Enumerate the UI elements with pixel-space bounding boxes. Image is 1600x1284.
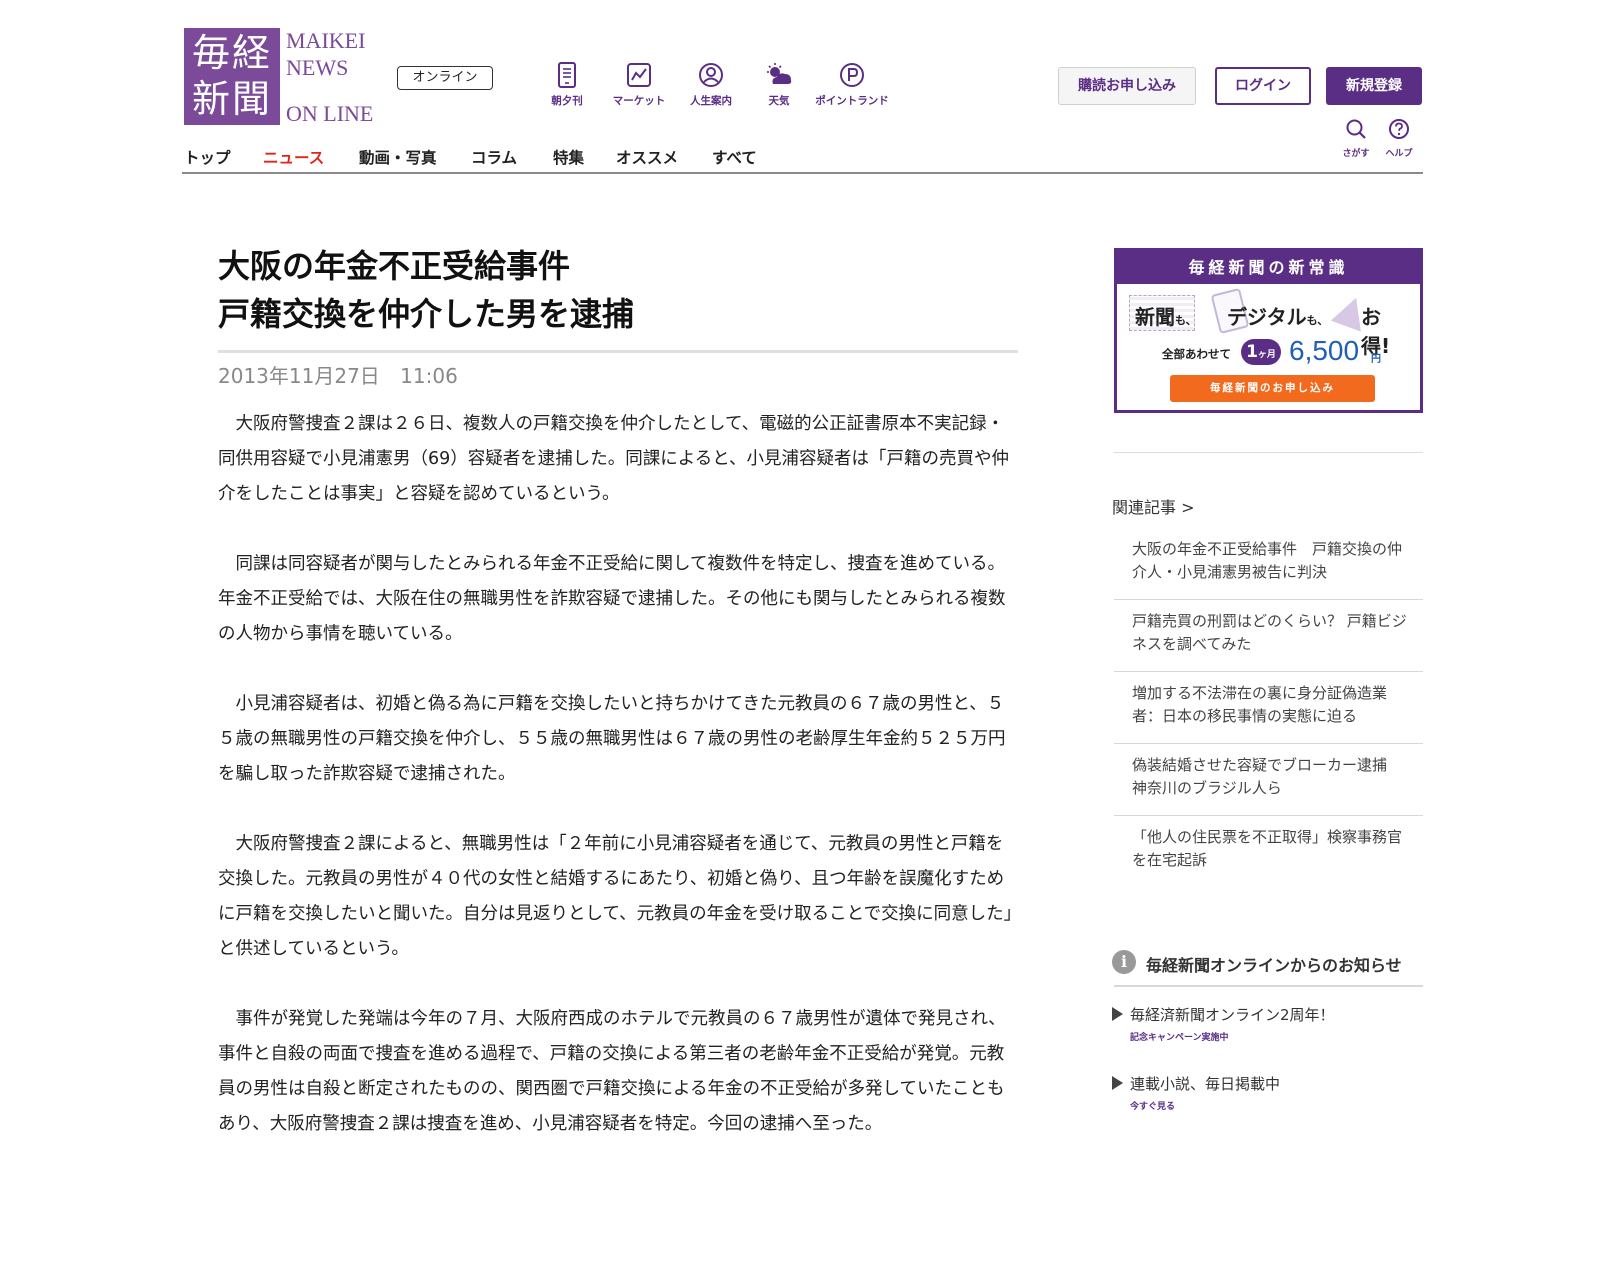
nav-item-recommended[interactable]: オススメ [616,146,678,168]
notice-main-text: 毎経済新聞オンライン2周年！ [1130,1006,1335,1024]
article-paragraph: 小見浦容疑者は、初婚と偽る為に戸籍を交換したいと持ちかけてきた元教員の６７歳の男… [218,694,1006,784]
notices-title-text: 毎経新聞オンラインからのお知らせ [1146,956,1402,975]
service-label: 天気 [768,95,790,107]
promo-word-newspaper: 新聞も、 [1135,305,1197,329]
notice-main-text: 連載小説、毎日掲載中 [1130,1075,1281,1093]
promo-total-prefix: 全部あわせて [1162,347,1231,361]
promo-tagline: 新聞も、 デジタルも、 お得! [1129,287,1409,358]
chevron-right-icon: > [1181,498,1195,517]
related-articles-list: 大阪の年金不正受給事件 戸籍交換の仲介人・小見浦憲男被告に判決 戸籍売買の刑罰は… [1114,528,1423,888]
play-arrow-icon [1112,1076,1123,1090]
promo-month-pill: 1ヶ月 [1241,339,1281,365]
promo-word-digital: デジタルも、 [1227,305,1329,329]
promo-apply-button[interactable]: 毎経新聞のお申し込み [1170,375,1375,402]
logo-kanji-line2: 新聞 [191,77,272,121]
person-icon [699,63,723,87]
help-icon [1389,119,1409,139]
related-articles-title[interactable]: 関連記事 > [1112,494,1195,518]
service-life-advice[interactable]: 人生案内 [683,62,739,108]
nav-item-video-photo[interactable]: 動画・写真 [359,146,437,168]
article-paragraph: 同課は同容疑者が関与したとみられる年金不正受給に関して複数件を特定し、捜査を進め… [218,554,1006,644]
article-dateline: 2013年11月27日 11:06 [218,360,458,389]
service-label: ポイントランド [815,95,889,107]
promo-header: 毎経新聞の新常識 [1117,251,1420,284]
nav-item-top[interactable]: トップ [184,146,231,168]
article-paragraph: 大阪府警捜査２課は２６日、複数人の戸籍交換を仲介したとして、電磁的公正証書原本不… [218,414,1010,504]
logo-en-line3: ON LINE [286,101,374,126]
help-label: ヘルプ [1385,149,1413,159]
points-icon [840,63,864,87]
service-label: マーケット [612,95,666,107]
promo-price: 全部あわせて 1ヶ月 6,500 円 [1162,335,1402,369]
related-article-link[interactable]: 偽装結婚させた容疑でブローカー逮捕 神奈川のブラジル人ら [1114,744,1423,816]
logo-kanji-line1: 毎経 [191,31,272,75]
nav-item-feature[interactable]: 特集 [553,146,584,168]
article-paragraph: 事件が発覚した発端は今年の７月、大阪府西成のホテルで元教員の６７歳男性が遺体で発… [218,1009,1006,1134]
notices-divider [1114,985,1423,987]
service-point-land[interactable]: ポイントランド [812,62,892,108]
site-logo[interactable]: 毎経 新聞 [184,28,280,125]
search-label: さがす [1342,149,1370,159]
subscribe-button[interactable]: 購読お申し込み [1058,67,1196,105]
headline-line2: 戸籍交換を仲介した男を逮捕 [218,295,635,333]
headline-divider [218,350,1018,353]
article-time: 11:06 [400,364,458,388]
help-button[interactable]: ヘルプ [1384,118,1414,159]
weather-icon [767,63,792,84]
service-label: 朝夕刊 [551,95,583,107]
login-button[interactable]: ログイン [1215,67,1311,105]
online-badge: オンライン [397,66,493,90]
chart-icon [627,63,651,87]
info-icon: i [1112,950,1136,974]
related-article-link[interactable]: 戸籍売買の刑罰はどのくらい？ 戸籍ビジネスを調べてみた [1114,600,1423,672]
article-headline: 大阪の年金不正受給事件 戸籍交換を仲介した男を逮捕 [218,242,1018,338]
headline-line1: 大阪の年金不正受給事件 [218,247,571,285]
nav-item-all[interactable]: すべて [712,146,757,168]
notice-sub-text: 今すぐ見る [1130,1102,1176,1112]
service-market[interactable]: マーケット [606,62,672,108]
logo-en-line2: NEWS [286,55,349,80]
article-date: 2013年11月27日 [218,364,380,388]
logo-en-line1: MAIKEI [286,28,366,53]
register-button[interactable]: 新規登録 [1326,67,1422,105]
service-morning-evening-edition[interactable]: 朝夕刊 [547,62,587,108]
logo-english: MAIKEI NEWS [286,27,365,81]
promo-price-amount: 6,500 [1289,335,1360,366]
article-body: 大阪府警捜査２課は２６日、複数人の戸籍交換を仲介したとして、電磁的公正証書原本不… [218,407,1018,1177]
related-article-link[interactable]: 「他人の住民票を不正取得」検察事務官を在宅起訴 [1114,816,1423,888]
promo-yen: 円 [1371,354,1381,365]
service-label: 人生案内 [690,95,732,107]
related-article-link[interactable]: 大阪の年金不正受給事件 戸籍交換の仲介人・小見浦憲男被告に判決 [1114,528,1423,600]
article-paragraph: 大阪府警捜査２課によると、無職男性は「２年前に小見浦容疑者を通じて、元教員の男性… [218,834,1013,959]
newspaper-phone-icon [558,62,576,88]
service-weather[interactable]: 天気 [762,62,796,108]
notice-sub-text: 記念キャンペーン実施中 [1130,1033,1229,1043]
sidebar-divider [1114,452,1423,453]
nav-item-news[interactable]: ニュース [263,146,324,168]
search-icon [1346,119,1366,139]
search-button[interactable]: さがす [1342,118,1370,159]
nav-item-column[interactable]: コラム [471,146,517,168]
play-arrow-icon [1112,1007,1123,1021]
related-article-link[interactable]: 増加する不法滞在の裏に身分証偽造業者：日本の移民事情の実態に迫る [1114,672,1423,744]
subscription-promo-banner[interactable]: 毎経新聞の新常識 新聞も、 デジタルも、 お得! 全部あわせて 1ヶ月 6,50… [1114,248,1423,413]
nav-divider [182,172,1423,174]
